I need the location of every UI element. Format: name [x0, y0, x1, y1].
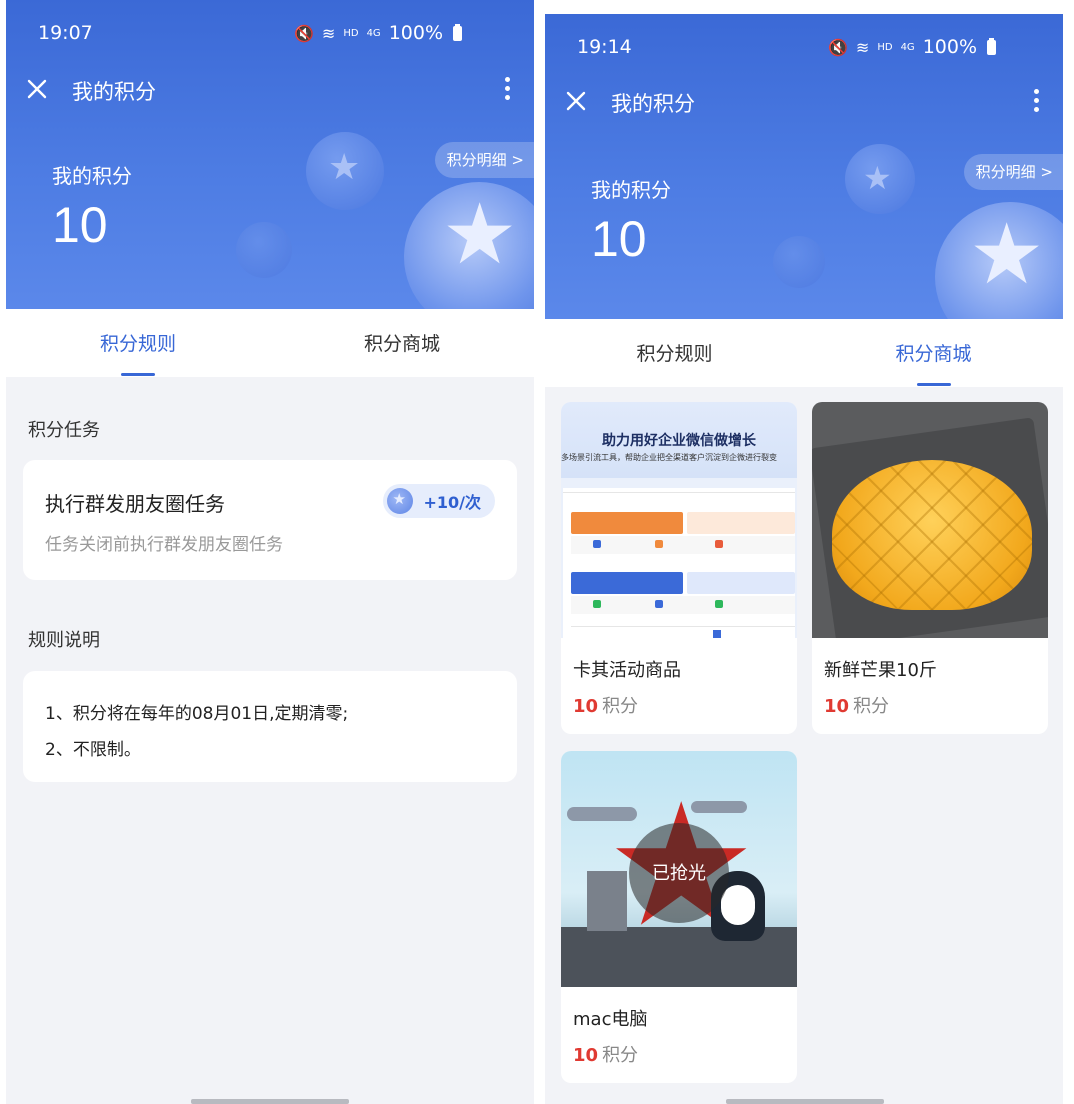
task-title: 执行群发朋友圈任务 — [45, 492, 225, 516]
coin-decoration — [773, 236, 825, 288]
nav-title: 我的积分 — [611, 92, 695, 116]
price-unit: 积分 — [602, 1045, 639, 1066]
coin-icon — [387, 488, 414, 514]
signal-label: 4G — [900, 41, 915, 53]
reward-label: +10/次 — [423, 493, 481, 512]
mango-illustration — [832, 460, 1032, 610]
price-value: 10 — [573, 696, 599, 717]
tab-rules[interactable]: 积分规则 — [545, 339, 804, 366]
price-value: 10 — [824, 696, 850, 717]
wifi-icon: ≋ — [321, 23, 336, 43]
banner-title: 助力用好企业微信做增长 — [602, 433, 756, 449]
points-header: ★ ★ 19:14 🔇 ≋ HD 4G 100% 我的积分 积分明细 > 我的积… — [545, 14, 1063, 319]
mute-icon: 🔇 — [294, 23, 314, 43]
sold-out-label: 已抢光 — [652, 863, 706, 884]
battery-icon — [987, 37, 997, 55]
more-icon[interactable] — [1031, 86, 1041, 116]
status-time: 19:07 — [38, 22, 93, 44]
product-card[interactable]: ★ 已抢光 mac电脑 10积分 — [561, 751, 797, 1083]
more-icon[interactable] — [502, 74, 512, 104]
product-name: 卡其活动商品 — [573, 660, 681, 681]
phone-screen-mall: ★ ★ 19:14 🔇 ≋ HD 4G 100% 我的积分 积分明细 > 我的积… — [545, 14, 1063, 1104]
star-icon: ★ — [969, 205, 1045, 303]
points-detail-button[interactable]: 积分明细 > — [434, 142, 534, 178]
product-name: mac电脑 — [573, 1009, 648, 1030]
nav-bar: 我的积分 — [6, 70, 534, 110]
rules-card: 1、积分将在每年的08月01日,定期清零; 2、不限制。 — [23, 671, 517, 782]
battery-percent: 100% — [388, 22, 444, 44]
nav-title: 我的积分 — [72, 80, 156, 104]
product-price: 10 积分 — [573, 1041, 638, 1067]
hd-label: HD — [877, 41, 893, 53]
task-section-title: 积分任务 — [28, 420, 100, 441]
dashboard-mockup — [563, 488, 795, 638]
tab-indicator — [917, 383, 951, 386]
price-unit: 积分 — [602, 696, 639, 717]
star-icon: ★ — [863, 159, 892, 197]
product-price: 10 积分 — [573, 692, 638, 718]
rule-line: 1、积分将在每年的08月01日,定期清零; — [45, 704, 349, 724]
close-icon[interactable] — [22, 74, 52, 104]
tab-indicator — [121, 373, 155, 376]
banner-subtitle: 多场景引流工具，帮助企业把全渠道客户沉淀到企微进行裂变 — [561, 453, 777, 462]
product-image: ★ 已抢光 — [561, 751, 797, 987]
tab-bar: 积分规则 积分商城 — [545, 319, 1063, 387]
points-label: 我的积分 — [591, 178, 671, 202]
tab-mall[interactable]: 积分商城 — [270, 329, 534, 356]
close-icon[interactable] — [561, 86, 591, 116]
price-unit: 积分 — [853, 696, 890, 717]
status-bar: 19:07 🔇 ≋ HD 4G 100% — [6, 0, 534, 60]
star-icon: ★ — [328, 147, 361, 188]
points-detail-button[interactable]: 积分明细 > — [963, 154, 1063, 190]
jet-illustration — [567, 807, 637, 821]
phone-screen-rules: ★ ★ 19:07 🔇 ≋ HD 4G 100% 我的积分 积分明细 > 我的积… — [6, 0, 534, 1104]
mute-icon: 🔇 — [828, 37, 848, 57]
jet-illustration — [691, 801, 747, 813]
price-value: 10 — [573, 1045, 599, 1066]
battery-icon — [453, 23, 463, 41]
status-time: 19:14 — [577, 36, 632, 58]
reward-badge: +10/次 — [383, 484, 495, 518]
product-card[interactable]: 新鲜芒果10斤 10 积分 — [812, 402, 1048, 734]
rules-section-title: 规则说明 — [28, 630, 100, 651]
tab-rules[interactable]: 积分规则 — [6, 329, 270, 356]
product-card[interactable]: 助力用好企业微信做增长 多场景引流工具，帮助企业把全渠道客户沉淀到企微进行裂变 — [561, 402, 797, 734]
points-header: ★ ★ 19:07 🔇 ≋ HD 4G 100% 我的积分 积分明细 > 我的积… — [6, 0, 534, 309]
ship-tower — [587, 871, 627, 931]
tab-bar: 积分规则 积分商城 — [6, 309, 534, 377]
status-icons: 🔇 ≋ HD 4G 100% — [828, 36, 997, 58]
coin-decoration — [236, 222, 292, 278]
points-value: 10 — [52, 197, 108, 253]
tab-mall[interactable]: 积分商城 — [804, 339, 1063, 366]
product-price: 10 积分 — [824, 692, 889, 718]
status-icons: 🔇 ≋ HD 4G 100% — [294, 22, 463, 44]
hd-label: HD — [343, 27, 359, 39]
wifi-icon: ≋ — [855, 37, 870, 57]
status-bar: 19:14 🔇 ≋ HD 4G 100% — [545, 14, 1063, 74]
product-image — [812, 402, 1048, 638]
signal-label: 4G — [366, 27, 381, 39]
home-indicator — [191, 1099, 349, 1104]
points-label: 我的积分 — [52, 164, 132, 188]
nav-bar: 我的积分 — [545, 82, 1063, 122]
home-indicator — [726, 1099, 884, 1104]
points-value: 10 — [591, 211, 647, 267]
task-card[interactable]: 执行群发朋友圈任务 任务关闭前执行群发朋友圈任务 +10/次 — [23, 460, 517, 580]
rule-line: 2、不限制。 — [45, 740, 141, 760]
task-description: 任务关闭前执行群发朋友圈任务 — [45, 535, 283, 555]
product-name: 新鲜芒果10斤 — [824, 660, 937, 681]
star-icon: ★ — [442, 185, 518, 283]
battery-percent: 100% — [922, 36, 978, 58]
product-image: 助力用好企业微信做增长 多场景引流工具，帮助企业把全渠道客户沉淀到企微进行裂变 — [561, 402, 797, 638]
